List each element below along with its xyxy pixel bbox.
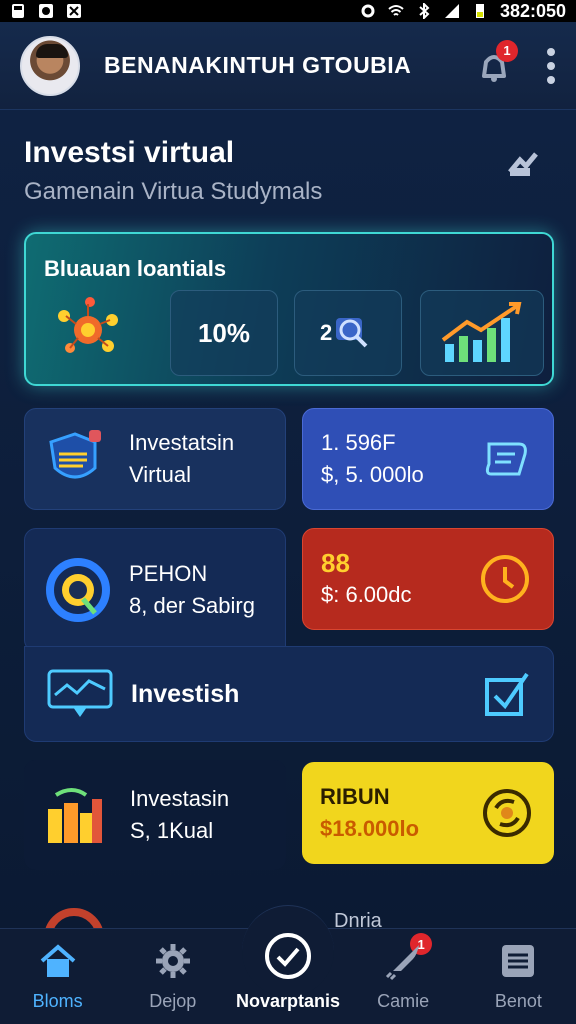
notification-button[interactable]: 1 (476, 39, 518, 84)
investment-card-pension[interactable]: PEHON 8, der Sabirg (24, 528, 286, 652)
gear-icon (155, 944, 190, 978)
search-icon: 2 (320, 318, 368, 348)
building-chart-icon (48, 788, 102, 843)
percent-value: 10% (197, 317, 251, 348)
analytics-icon[interactable] (506, 146, 542, 182)
card-label: RIBUN (320, 784, 390, 809)
growth-chart-tile[interactable] (420, 290, 544, 376)
nav-item-home[interactable]: Bloms (3, 941, 113, 1012)
investment-card-red[interactable]: 88 $: 6.00dc (302, 528, 554, 630)
home-icon (40, 944, 75, 977)
main-content: Investsi virtual Gamenain Virtua Studyma… (0, 110, 576, 938)
card-label: 1. 596F (321, 430, 396, 455)
settings-icon (361, 4, 375, 18)
card-sublabel: 8, der Sabirg (129, 593, 255, 618)
target-icon (46, 558, 110, 622)
page-subtitle: Gamenain Virtua Studymals (24, 178, 323, 205)
card-label: Investish (131, 680, 240, 708)
list-icon (502, 945, 535, 977)
stack-icon (49, 430, 101, 479)
bottom-navigation: Bloms Dejop Novarptanis 1 Camie Benot (0, 905, 576, 1024)
rocket-icon (386, 945, 420, 981)
card-label: Investasin (130, 786, 230, 811)
more-menu-icon[interactable] (546, 47, 556, 84)
avatar[interactable] (20, 35, 80, 96)
nav-item-report[interactable]: Benot (463, 941, 573, 1012)
card-value: $: 6.00dc (321, 582, 412, 607)
app-header: BENANAKINTUH GTOUBIA 1 (0, 22, 576, 110)
card-label: PEHON (129, 561, 208, 586)
nav-item-rocket[interactable]: 1 Camie (348, 933, 458, 1012)
no-signal-icon (67, 4, 81, 18)
nav-label: Benot (494, 991, 542, 1011)
clock-icon (481, 555, 529, 603)
card-label: Investatsin (129, 430, 235, 455)
scroll-icon (485, 442, 527, 476)
svg-text:2: 2 (320, 320, 332, 345)
bar-chart-icon (441, 302, 522, 362)
investment-card-virtual[interactable]: Investatsin Virtual (24, 408, 286, 510)
circle-icon (39, 4, 53, 18)
card-value: $18.000lo (320, 816, 420, 841)
nav-label: Novarptanis (235, 991, 340, 1011)
bluetooth-icon (419, 3, 430, 19)
nav-item-center[interactable]: Novarptanis (233, 905, 343, 1012)
check-circle-icon (264, 933, 311, 979)
monitor-chart-icon (47, 669, 113, 717)
nav-label: Bloms (32, 991, 83, 1011)
wifi-icon (388, 5, 404, 16)
nav-label: Camie (377, 991, 430, 1011)
coins-icon (58, 297, 118, 353)
banner-title: Bluauan loantials (44, 256, 227, 281)
card-sublabel: Virtual (129, 462, 191, 487)
featured-banner[interactable]: Bluauan loantials 10% 2 (24, 232, 554, 386)
nav-item-settings[interactable]: Dejop (118, 941, 228, 1012)
percent-tile[interactable]: 10% (170, 290, 278, 376)
investment-card-wide[interactable]: Investish (24, 646, 554, 742)
investment-card-value[interactable]: 1. 596F $, 5. 000lo (302, 408, 554, 510)
header-title: BENANAKINTUH GTOUBIA (104, 52, 412, 78)
investment-card-asset[interactable]: Investasin S, 1Kual (24, 760, 286, 870)
card-sublabel: S, 1Kual (130, 818, 214, 843)
battery-icon (475, 4, 484, 18)
search-tile[interactable]: 2 (294, 290, 402, 376)
refresh-coin-icon (483, 789, 531, 837)
card-label: 88 (321, 548, 350, 578)
checkbox-icon[interactable] (483, 670, 531, 718)
notification-badge: 1 (496, 39, 518, 62)
sd-card-icon (12, 4, 24, 18)
page-title: Investsi virtual (24, 136, 235, 169)
signal-icon (444, 4, 459, 18)
status-bar: 382:050 (0, 0, 576, 22)
nav-label: Dejop (149, 991, 197, 1011)
investment-card-yellow[interactable]: RIBUN $18.000lo (302, 762, 554, 864)
card-value: $, 5. 000lo (321, 462, 424, 487)
status-time: 382:050 (499, 0, 566, 21)
